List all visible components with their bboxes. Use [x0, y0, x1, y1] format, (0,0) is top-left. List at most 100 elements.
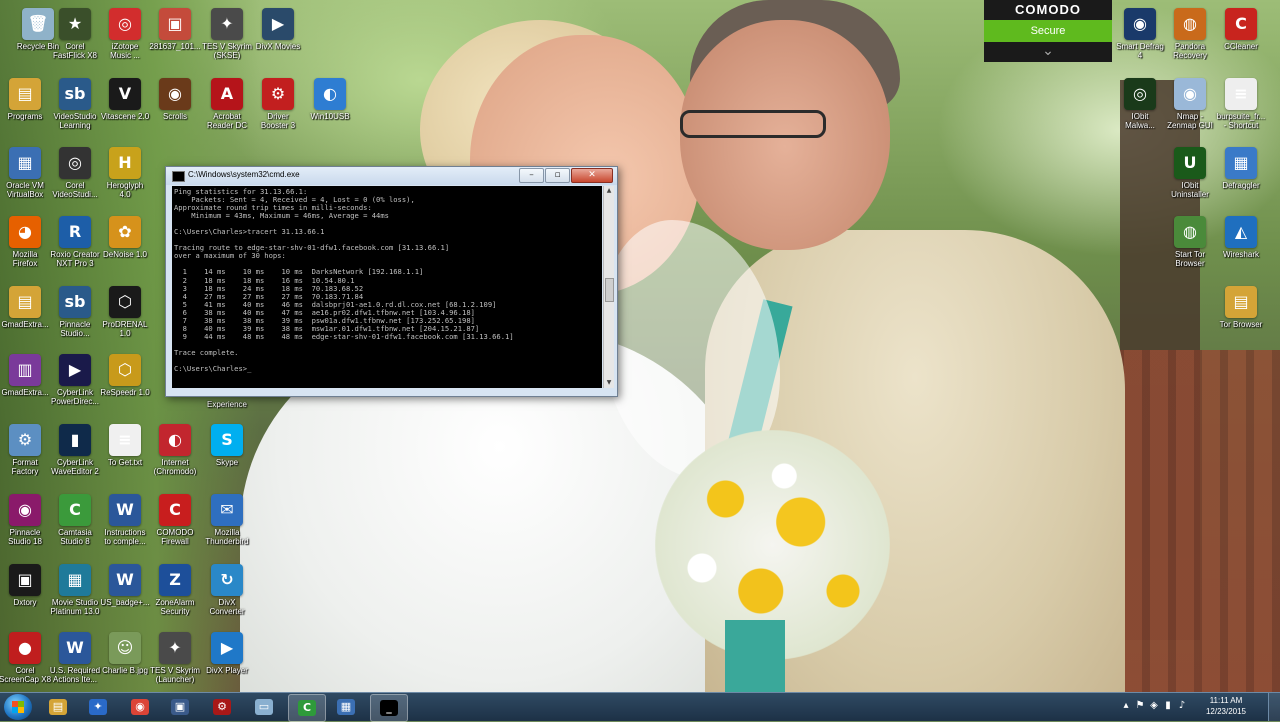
- app-icon: ⚙: [262, 78, 294, 110]
- app-icon: W: [59, 632, 91, 664]
- chevron-down-icon[interactable]: ⌄: [984, 42, 1112, 62]
- clock-date: 12/23/2015: [1205, 707, 1247, 716]
- app-icon: ▤: [9, 78, 41, 110]
- app-icon: ◍: [1174, 8, 1206, 40]
- comodo-widget[interactable]: COMODO Secure ⌄: [984, 0, 1112, 62]
- app-icon: ☺: [109, 632, 141, 664]
- desktop-icon-label: ProDRENAL 1.0: [102, 320, 148, 338]
- app-icon: ◐: [314, 78, 346, 110]
- taskbar-app-glyph: ✦: [89, 699, 107, 715]
- desktop-icon[interactable]: ✉ Mozilla Thunderbird: [192, 490, 262, 546]
- desktop-icon[interactable]: ▶ DivX Movies: [243, 4, 313, 51]
- desktop-icon[interactable]: ▦ Defraggler: [1206, 143, 1276, 190]
- minimize-button[interactable]: –: [519, 168, 544, 183]
- app-icon: ◎: [109, 8, 141, 40]
- cmd-titlebar[interactable]: C:\Windows\system32\cmd.exe – ▫ ✕: [166, 167, 617, 185]
- cmd-console-output: Ping statistics for 31.13.66.1: Packets:…: [174, 187, 514, 374]
- app-icon: ●: [9, 632, 41, 664]
- app-icon: S: [211, 424, 243, 456]
- desktop-icon[interactable]: ≡ burpsuite_fr... - Shortcut: [1206, 74, 1276, 130]
- desktop-icon[interactable]: S Skype: [192, 420, 262, 467]
- app-icon: ◎: [1124, 78, 1156, 110]
- app-icon: ◕: [9, 216, 41, 248]
- app-icon: ◉: [159, 78, 191, 110]
- security-tray-icon[interactable]: ◈: [1148, 700, 1160, 712]
- show-desktop-button[interactable]: [1268, 693, 1280, 721]
- driver-booster-taskbar-icon[interactable]: ⚙: [204, 694, 240, 720]
- app-icon: ▶: [211, 632, 243, 664]
- app-icon: U: [1174, 147, 1206, 179]
- desktop-icon-label: Heroglyph 4.0: [106, 181, 144, 199]
- app-icon: ◍: [1174, 216, 1206, 248]
- virtualbox-taskbar-icon[interactable]: ▦: [328, 694, 364, 720]
- app-icon: ⬡: [109, 354, 141, 386]
- app-icon: ▦: [59, 564, 91, 596]
- comodo-status[interactable]: Secure: [984, 20, 1112, 42]
- app-icon: ◐: [159, 424, 191, 456]
- desktop-icon[interactable]: ⬡ ProDRENAL 1.0: [90, 282, 160, 338]
- taskbar-app-glyph: _: [380, 700, 398, 716]
- desktop-icon-label: Skype: [215, 458, 239, 467]
- desktop-icon[interactable]: C CCleaner: [1206, 4, 1276, 51]
- desktop-icon-label: Wireshark: [1222, 250, 1259, 259]
- taskbar-app-glyph: ▭: [255, 699, 273, 715]
- desktop-icon-label: Defraggler: [1222, 181, 1260, 190]
- app-icon: V: [109, 78, 141, 110]
- desktop-icon[interactable]: H Heroglyph 4.0: [90, 143, 160, 199]
- folder-taskbar-icon[interactable]: ▭: [246, 694, 282, 720]
- desktop-icon[interactable]: ↻ DivX Converter: [192, 560, 262, 616]
- cmd-scrollbar[interactable]: ▲ ▼: [603, 186, 614, 388]
- start-button[interactable]: [4, 694, 32, 720]
- desktop-icon[interactable]: ◐ Win10USB: [295, 74, 365, 121]
- app-icon: sb: [59, 286, 91, 318]
- scroll-up-icon[interactable]: ▲: [605, 187, 613, 195]
- cmd-taskbar-icon[interactable]: _: [370, 694, 408, 722]
- app-icon: ▶: [59, 354, 91, 386]
- taskbar: ▤ ✦ ◉ ▣ ⚙ ▭ C ▦ _ ▴ ⚑ ◈ ▮ ♪ 11:11 AM 12/23/2015: [0, 692, 1280, 722]
- app-icon: ▣: [159, 8, 191, 40]
- app-icon: ✦: [159, 632, 191, 664]
- taskbar-clock[interactable]: 11:11 AM 12/23/2015: [1195, 695, 1257, 717]
- close-button[interactable]: ✕: [571, 168, 613, 183]
- taskbar-app-glyph: ⚙: [213, 699, 231, 715]
- network-tool-taskbar-icon[interactable]: ▣: [162, 694, 198, 720]
- windows-explorer-taskbar-icon[interactable]: ▤: [40, 694, 76, 720]
- volume-icon[interactable]: ♪: [1176, 700, 1188, 712]
- action-center-flag-icon[interactable]: ⚑: [1134, 700, 1146, 712]
- desktop-icon[interactable]: ✿ DeNoise 1.0: [90, 212, 160, 259]
- desktop-icon[interactable]: ⬡ ReSpeedr 1.0: [90, 350, 160, 397]
- cmd-scrollbar-thumb[interactable]: [605, 278, 614, 302]
- app-icon: ◎: [59, 147, 91, 179]
- desktop-icon-label: DivX Player: [206, 666, 248, 675]
- taskbar-app-glyph: ▤: [49, 699, 67, 715]
- desktop-icon[interactable]: ▤ Tor Browser: [1206, 282, 1276, 329]
- cmd-window[interactable]: C:\Windows\system32\cmd.exe – ▫ ✕ Ping s…: [165, 166, 618, 397]
- desktop-icon[interactable]: ▶ DivX Player: [192, 628, 262, 675]
- app-icon: ✦: [211, 8, 243, 40]
- app-icon: W: [109, 494, 141, 526]
- app-icon: ▮: [59, 424, 91, 456]
- network-icon[interactable]: ▮: [1162, 700, 1174, 712]
- desktop-icon-label: burpsuite_fr... - Shortcut: [1216, 112, 1266, 130]
- desktop-icon[interactable]: ◭ Wireshark: [1206, 212, 1276, 259]
- scroll-down-icon[interactable]: ▼: [605, 379, 613, 387]
- media-taskbar-icon[interactable]: ✦: [80, 694, 116, 720]
- taskbar-app-glyph: ◉: [131, 699, 149, 715]
- show-hidden-icons-icon[interactable]: ▴: [1120, 700, 1132, 712]
- app-icon: R: [59, 216, 91, 248]
- taskbar-app-glyph: ▦: [337, 699, 355, 715]
- app-icon: ✿: [109, 216, 141, 248]
- maximize-button[interactable]: ▫: [545, 168, 570, 183]
- app-icon: Z: [159, 564, 191, 596]
- cmd-app-icon[interactable]: [172, 171, 185, 182]
- desktop-icon-label: Experience: [206, 400, 248, 409]
- app-icon: ▣: [9, 564, 41, 596]
- desktop-icon-label: DivX Movies: [255, 42, 301, 51]
- chrome-taskbar-icon[interactable]: ◉: [122, 694, 158, 720]
- app-icon: ⬡: [109, 286, 141, 318]
- desktop-icon-label: DeNoise 1.0: [102, 250, 148, 259]
- desktop-icon-label: Mozilla Thunderbird: [205, 528, 249, 546]
- cmd-console[interactable]: Ping statistics for 31.13.66.1: Packets:…: [172, 186, 602, 388]
- chromodo-taskbar-icon[interactable]: C: [288, 694, 326, 722]
- desktop-icon-label: ReSpeedr 1.0: [100, 388, 150, 397]
